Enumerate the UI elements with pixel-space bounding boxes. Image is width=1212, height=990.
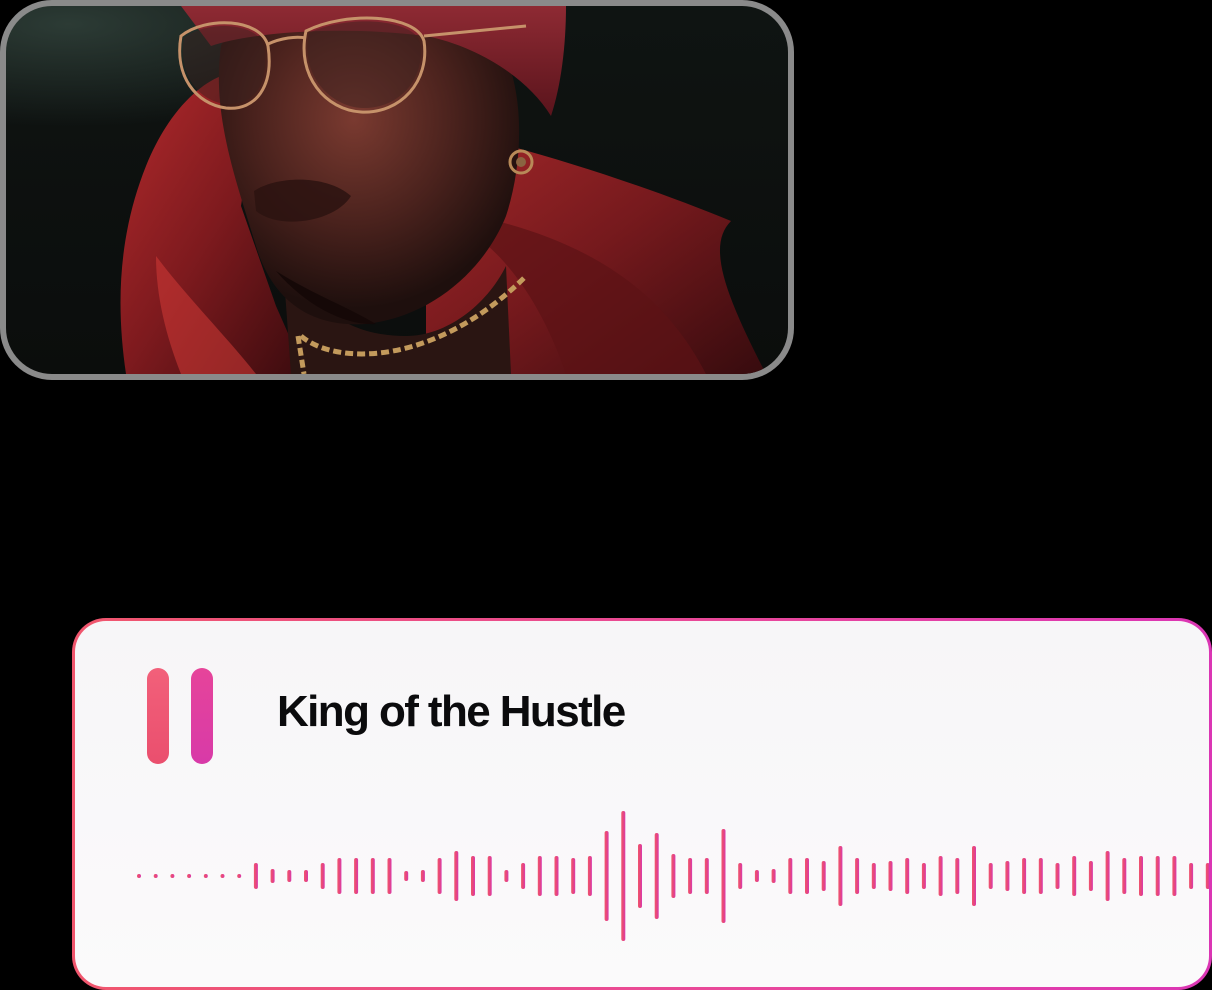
waveform-bar: [1155, 856, 1160, 896]
waveform-bar: [855, 858, 860, 894]
waveform-bar: [905, 858, 910, 894]
pause-button[interactable]: [147, 668, 215, 764]
waveform-bar: [354, 858, 359, 894]
waveform-bar: [972, 846, 976, 906]
waveform-bar: [754, 870, 759, 882]
waveform-bar: [1038, 858, 1043, 894]
waveform-bar: [938, 856, 943, 896]
waveform-bar: [704, 858, 709, 894]
waveform-bar: [320, 863, 325, 889]
waveform-bar: [237, 874, 242, 878]
waveform-bar: [370, 858, 375, 894]
audio-player-card: King of the Hustle: [72, 618, 1212, 990]
album-artwork-card: [0, 0, 794, 380]
waveform-bar: [137, 874, 141, 878]
waveform-bar: [1172, 856, 1177, 896]
waveform-bar: [187, 874, 192, 878]
waveform-bar: [504, 870, 509, 882]
waveform-bar: [805, 858, 809, 894]
waveform-bar: [955, 858, 960, 894]
waveform-bar: [771, 869, 776, 883]
waveform-bar: [337, 858, 342, 894]
waveform-bar: [788, 858, 793, 894]
audio-player-body: King of the Hustle: [75, 621, 1209, 987]
waveform-bar: [404, 871, 409, 881]
waveform-bar: [1105, 851, 1110, 901]
waveform-bar: [1189, 863, 1194, 889]
pause-icon-bar-right: [191, 668, 213, 764]
waveform-bar: [537, 856, 542, 896]
waveform-bar: [554, 856, 559, 896]
waveform-bar: [654, 833, 659, 919]
track-title: King of the Hustle: [277, 687, 626, 736]
waveform-bar: [454, 851, 459, 901]
waveform-bar: [387, 858, 392, 894]
waveform-bar: [587, 856, 592, 896]
waveform-bar: [270, 869, 275, 883]
waveform-bar: [153, 874, 158, 878]
waveform-bar: [487, 856, 492, 896]
pause-icon: [147, 668, 169, 764]
waveform-bar: [871, 863, 876, 889]
waveform-bar: [1005, 861, 1010, 891]
waveform-bar: [203, 874, 208, 878]
waveform-bar: [471, 856, 475, 896]
waveform-bar: [738, 863, 743, 889]
waveform-bar: [1088, 861, 1093, 891]
waveform-bar: [821, 861, 826, 891]
waveform-bar: [287, 870, 292, 882]
waveform-bar: [621, 811, 626, 941]
waveform-bar: [420, 870, 425, 882]
waveform-bar: [988, 863, 993, 889]
waveform-bar: [1022, 858, 1027, 894]
album-artwork-illustration: [120, 6, 766, 374]
waveform-bar: [688, 858, 693, 894]
waveform-bar: [1122, 858, 1127, 894]
waveform-bar: [1139, 856, 1143, 896]
waveform-bar: [1072, 856, 1077, 896]
waveform-bar: [838, 846, 843, 906]
waveform-bar: [671, 854, 676, 898]
waveform-bar: [604, 831, 609, 921]
waveform-bar: [571, 858, 576, 894]
album-artwork: [6, 6, 788, 374]
waveform-bar: [437, 858, 442, 894]
waveform-bar: [220, 874, 225, 878]
waveform-bar: [521, 863, 526, 889]
waveform-bar: [304, 870, 308, 882]
waveform-bar: [921, 863, 926, 889]
waveform-bar: [1055, 863, 1060, 889]
waveform-bar: [170, 874, 175, 878]
waveform-bar: [638, 844, 642, 908]
waveform-bar: [1205, 863, 1209, 889]
waveform-scrubber[interactable]: [75, 791, 1209, 941]
waveform-bar: [253, 863, 258, 889]
waveform-bar: [721, 829, 726, 923]
waveform-bar: [888, 861, 893, 891]
